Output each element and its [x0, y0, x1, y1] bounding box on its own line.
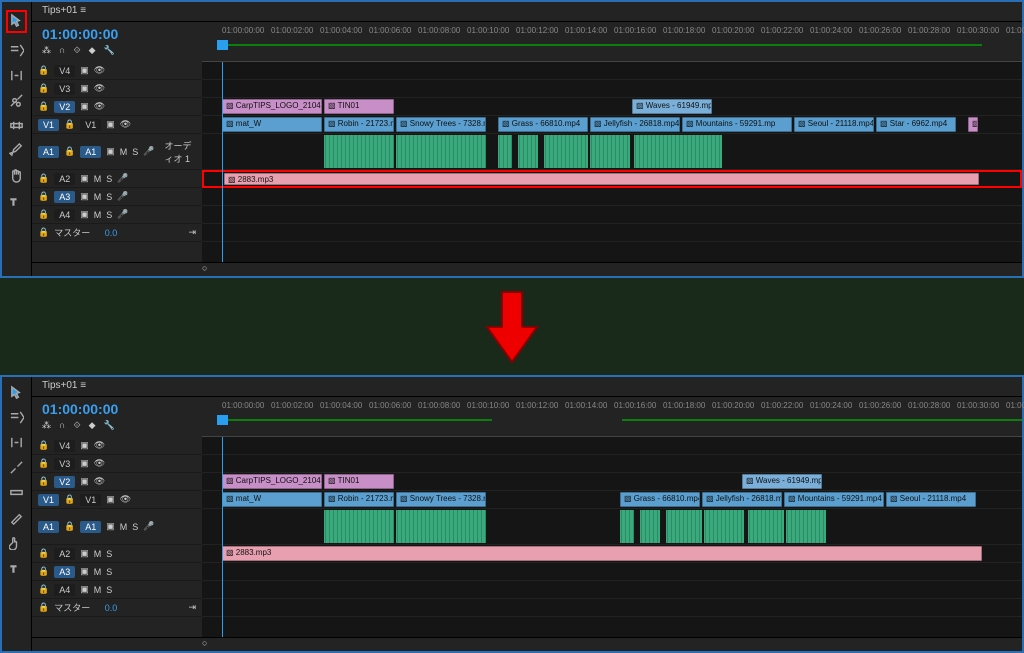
- audio-clip[interactable]: ▧ 2883.mp3: [222, 546, 982, 561]
- track-a3[interactable]: A3: [54, 191, 75, 203]
- clip[interactable]: ▧ Jellyfish - 26818.mp4: [702, 492, 782, 507]
- wrench-icon[interactable]: 🔧: [103, 45, 114, 56]
- clip[interactable]: [396, 510, 486, 543]
- playhead-handle[interactable]: [217, 415, 228, 425]
- timeline-panel-before: T Tips+01 ≡ 01:00:00:00 ⁂ ∩ ⟐ ◆ 🔧 01:00:00:0…: [0, 0, 1024, 278]
- clips-area-bottom[interactable]: ▧ CarpTIPS_LOGO_21040▧ TIN01 ▧ Waves - 61…: [202, 437, 1022, 637]
- snap-icon[interactable]: ⁂: [42, 45, 51, 56]
- timeline-header: 01:00:00:00 ⁂ ∩ ⟐ ◆ 🔧 01:00:00:0001:00:02:00…: [32, 22, 1022, 62]
- clip[interactable]: [786, 510, 826, 543]
- track-v1[interactable]: V1: [80, 119, 101, 131]
- clips-area-top[interactable]: ▧ CarpTIPS_LOGO_21040▧ TIN01 ▧ Waves - 61…: [202, 62, 1022, 262]
- timeline-panel-after: T Tips+01 ≡ 01:00:00:00 ⁂∩⟐◆🔧 01:00:00:0…: [0, 375, 1024, 653]
- clip[interactable]: ▧ mat_W: [222, 492, 322, 507]
- link-icon[interactable]: ⟐: [73, 45, 80, 56]
- clip[interactable]: [634, 135, 682, 168]
- red-arrow: [0, 278, 1024, 375]
- clip[interactable]: ▧ Star - 6962.mp4: [876, 117, 956, 132]
- playhead-handle[interactable]: [217, 40, 228, 50]
- clip[interactable]: ▧ Snowy Trees - 7328.mp4: [396, 492, 486, 507]
- hand-icon[interactable]: [9, 168, 24, 183]
- scrollbar[interactable]: ○: [32, 262, 1022, 276]
- tool-strip: T: [2, 2, 32, 276]
- razor-icon[interactable]: [9, 460, 24, 475]
- tool-strip: T: [2, 377, 32, 651]
- clip[interactable]: ▧: [968, 117, 978, 132]
- type-icon[interactable]: T: [9, 560, 24, 575]
- type-icon[interactable]: T: [9, 193, 24, 208]
- clip[interactable]: ▧ mat_W: [222, 117, 322, 132]
- selection-tool[interactable]: [9, 385, 24, 400]
- clip[interactable]: ▧ TIN01: [324, 474, 394, 489]
- svg-text:T: T: [11, 564, 16, 574]
- slip-icon[interactable]: [9, 118, 24, 133]
- clip[interactable]: ▧ Grass - 66810.mp4: [498, 117, 588, 132]
- selection-tool-highlighted[interactable]: [6, 10, 27, 33]
- scrollbar[interactable]: ○: [32, 637, 1022, 651]
- magnet-icon[interactable]: ∩: [59, 45, 65, 56]
- track-a4[interactable]: A4: [54, 209, 75, 221]
- source-a1[interactable]: A1: [38, 146, 59, 158]
- razor-icon[interactable]: [9, 93, 24, 108]
- track-headers: 🔒V4▣👁 🔒V3▣👁 🔒V2▣👁 V1🔒V1▣👁 A1🔒A1▣MS🎤オーディオ…: [32, 62, 202, 262]
- clip[interactable]: [324, 510, 394, 543]
- track-select-icon[interactable]: [9, 43, 24, 58]
- sequence-tab[interactable]: Tips+01 ≡: [32, 2, 1022, 22]
- track-v4[interactable]: V4: [54, 65, 75, 77]
- clip[interactable]: ▧ Snowy Trees - 7328.mp4: [396, 117, 486, 132]
- timecode-display[interactable]: 01:00:00:00: [42, 26, 192, 42]
- work-area-top: [222, 44, 982, 46]
- clip[interactable]: ▧ Mountains - 59291.mp: [682, 117, 792, 132]
- clip[interactable]: ▧ Seoul - 21118.mp4: [886, 492, 976, 507]
- clip[interactable]: ▧ Jellyfish - 26818.mp4: [590, 117, 680, 132]
- clip[interactable]: [544, 135, 588, 168]
- clip[interactable]: ▧ Mountains - 59291.mp4: [784, 492, 884, 507]
- clip[interactable]: ▧ Waves - 61949.mp4: [742, 474, 822, 489]
- clip[interactable]: ▧ CarpTIPS_LOGO_21040: [222, 99, 322, 114]
- clip[interactable]: [640, 510, 660, 543]
- audio-clip-selected[interactable]: ▧ 2883.mp3: [224, 173, 979, 185]
- sequence-tab[interactable]: Tips+01 ≡: [32, 377, 1022, 397]
- hand-icon[interactable]: [9, 535, 24, 550]
- clip[interactable]: ▧ Seoul - 21118.mp4: [794, 117, 874, 132]
- ripple-edit-icon[interactable]: [9, 435, 24, 450]
- clip[interactable]: [498, 135, 512, 168]
- work-area-1: [222, 419, 492, 421]
- clip[interactable]: [704, 510, 744, 543]
- clip[interactable]: [682, 135, 722, 168]
- svg-text:T: T: [11, 197, 16, 207]
- clip[interactable]: [324, 135, 394, 168]
- track-a2[interactable]: A2: [54, 173, 75, 185]
- clip[interactable]: ▧ Grass - 66810.mp4: [620, 492, 700, 507]
- track-select-icon[interactable]: [9, 410, 24, 425]
- timeline-main: Tips+01 ≡ 01:00:00:00 ⁂ ∩ ⟐ ◆ 🔧 01:00:00:000…: [32, 2, 1022, 276]
- clip[interactable]: ▧ Robin - 21723.mp4: [324, 492, 394, 507]
- timecode-display[interactable]: 01:00:00:00: [42, 401, 192, 417]
- time-ruler[interactable]: 01:00:00:0001:00:02:0001:00:04:0001:00:0…: [202, 22, 1022, 62]
- clip[interactable]: [518, 135, 538, 168]
- clip[interactable]: [620, 510, 634, 543]
- track-v3[interactable]: V3: [54, 83, 75, 95]
- master-track[interactable]: マスター: [54, 226, 90, 239]
- clip[interactable]: [396, 135, 486, 168]
- clip[interactable]: [666, 510, 702, 543]
- track-a1[interactable]: A1: [80, 146, 101, 158]
- work-area-2: [622, 419, 1022, 421]
- playhead-line: [222, 62, 223, 262]
- clip[interactable]: ▧ TIN01: [324, 99, 394, 114]
- clip[interactable]: ▧ CarpTIPS_LOGO_21040: [222, 474, 322, 489]
- ripple-edit-icon[interactable]: [9, 68, 24, 83]
- slip-icon[interactable]: [9, 485, 24, 500]
- header-controls: ⁂ ∩ ⟐ ◆ 🔧: [42, 45, 192, 56]
- time-ruler[interactable]: 01:00:00:0001:00:02:0001:00:04:0001:00:0…: [202, 397, 1022, 437]
- track-v2[interactable]: V2: [54, 101, 75, 113]
- clip[interactable]: ▧ Waves - 61949.mp4: [632, 99, 712, 114]
- source-v1[interactable]: V1: [38, 119, 59, 131]
- clip[interactable]: ▧ Robin - 21723.mp4: [324, 117, 394, 132]
- clip[interactable]: [590, 135, 630, 168]
- pen-icon[interactable]: [9, 510, 24, 525]
- marker-icon[interactable]: ◆: [89, 45, 96, 56]
- pen-icon[interactable]: [9, 143, 24, 158]
- clip[interactable]: [748, 510, 784, 543]
